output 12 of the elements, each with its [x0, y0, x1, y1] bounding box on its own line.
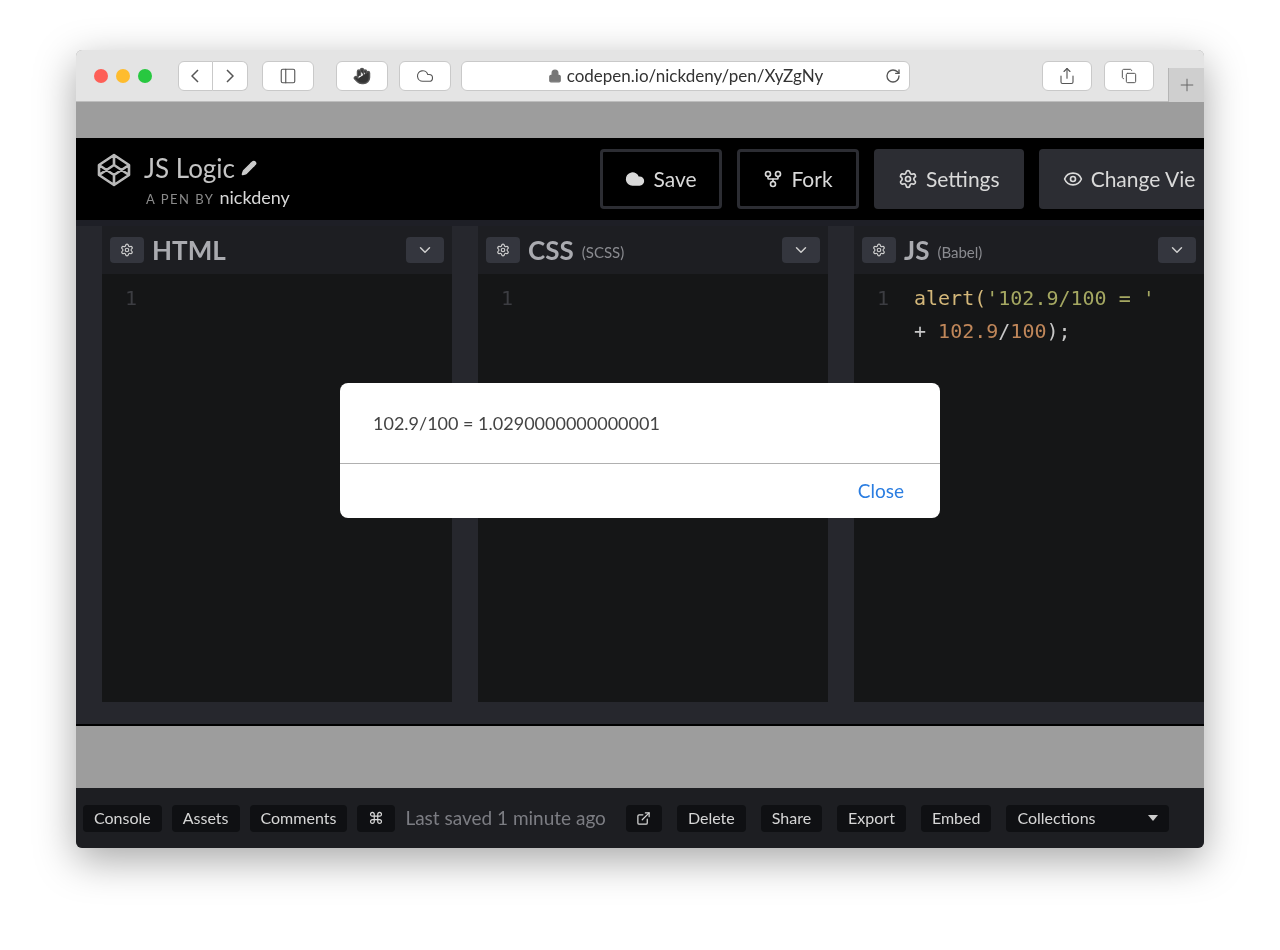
- alert-message: 102.9/100 = 1.0290000000000001: [373, 410, 660, 436]
- editor-title: HTML: [152, 232, 226, 268]
- byline-label: A PEN BY: [146, 190, 215, 209]
- preprocessor-label: (SCSS): [581, 241, 625, 263]
- editor-title: CSS: [528, 232, 574, 268]
- pen-title: JS Logic: [144, 152, 235, 184]
- code-line: alert('102.9/100 = ': [914, 285, 1155, 312]
- url-text: codepen.io/nickdeny/pen/XyZgNy: [566, 63, 824, 88]
- editor-title: JS: [904, 232, 930, 268]
- code-line: + 102.9/100);: [914, 318, 1071, 345]
- preprocessor-label: (Babel): [937, 241, 983, 263]
- save-status: Last saved 1 minute ago: [405, 804, 606, 831]
